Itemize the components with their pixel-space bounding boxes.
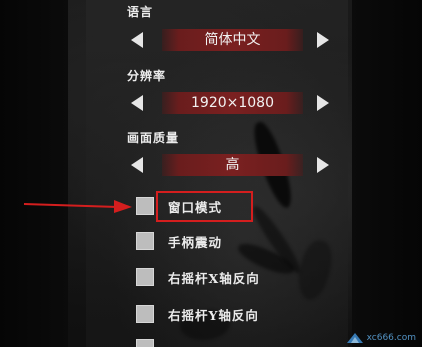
resolution-value: 1920×1080: [162, 92, 303, 114]
controller-vibration-row[interactable]: 手柄震动: [136, 231, 222, 251]
language-next-arrow-icon[interactable]: [317, 32, 329, 48]
resolution-next-arrow-icon[interactable]: [317, 95, 329, 111]
invert-right-stick-y-checkbox[interactable]: [136, 305, 154, 323]
invert-right-stick-y-row[interactable]: 右摇杆Y轴反向: [136, 304, 259, 324]
watermark-logo-icon: [346, 333, 363, 343]
annotation-highlight-box: [156, 191, 253, 222]
language-value: 简体中文: [162, 29, 303, 51]
annotation-arrow-icon: [23, 200, 132, 213]
controller-vibration-label: 手柄震动: [168, 234, 223, 250]
partial-next-row[interactable]: [136, 338, 154, 347]
resolution-label: 分辨率: [127, 69, 167, 83]
invert-right-stick-x-checkbox[interactable]: [136, 268, 154, 286]
quality-value: 高: [162, 154, 303, 176]
watermark-text: xc666.com: [366, 333, 416, 343]
left-dark-margin: [0, 0, 68, 347]
language-label: 语言: [127, 5, 154, 19]
window-mode-checkbox[interactable]: [136, 197, 154, 215]
quality-next-arrow-icon[interactable]: [317, 157, 329, 173]
invert-right-stick-y-label: 右摇杆Y轴反向: [168, 307, 259, 323]
quality-label: 画面质量: [127, 131, 180, 145]
invert-right-stick-x-row[interactable]: 右摇杆X轴反向: [136, 267, 260, 287]
invert-right-stick-x-label: 右摇杆X轴反向: [168, 270, 260, 286]
partial-next-checkbox[interactable]: [136, 339, 154, 347]
resolution-prev-arrow-icon[interactable]: [131, 95, 143, 111]
quality-prev-arrow-icon[interactable]: [131, 157, 143, 173]
language-prev-arrow-icon[interactable]: [131, 32, 143, 48]
right-dark-margin: [352, 0, 422, 347]
watermark: xc666.com: [346, 331, 416, 345]
settings-screen: 语言 简体中文 分辨率 1920×1080 画面质量 高 窗口模式 手柄震动 右…: [0, 0, 422, 347]
controller-vibration-checkbox[interactable]: [136, 232, 154, 250]
